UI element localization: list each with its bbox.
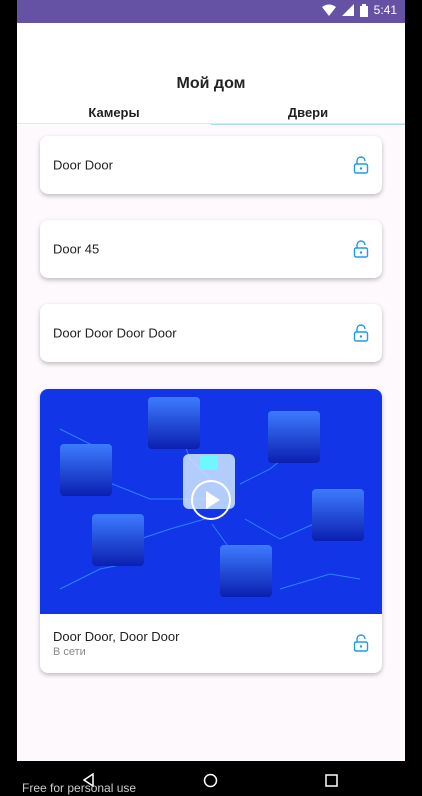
video-card-info: Door Door, Door Door В сети [53,629,179,658]
app-bar: Мой дом [17,23,405,100]
door-card[interactable]: Door Door Door Door [40,304,382,362]
lock-icon[interactable] [353,156,369,174]
wifi-icon [321,4,336,16]
tab-doors[interactable]: Двери [211,100,405,125]
home-icon[interactable] [203,773,218,788]
battery-icon [359,3,368,17]
online-status: В сети [53,646,86,658]
door-name: Door Door [53,157,113,173]
phone-screen: 5:41 Мой дом Камеры Двери Door Door Door… [17,0,405,761]
door-name: Door 45 [53,241,100,257]
watermark-text: Free for personal use [22,781,137,795]
tab-bar: Камеры Двери [17,100,405,125]
recents-icon[interactable] [325,774,338,787]
lock-icon[interactable] [353,634,369,652]
video-card-title: Door Door, Door Door [53,629,180,644]
tab-divider [17,123,405,124]
lock-icon[interactable] [353,240,369,258]
lock-icon[interactable] [353,324,369,342]
door-card[interactable]: Door 45 [40,220,382,278]
signal-icon [341,4,354,16]
video-preview[interactable] [40,389,382,614]
play-icon[interactable] [190,479,232,521]
door-card[interactable]: Door Door [40,136,382,194]
video-door-card[interactable]: Door Door, Door Door В сети [40,389,382,673]
status-time: 5:41 [373,3,397,17]
page-title: Мой дом [176,75,246,92]
tab-cameras[interactable]: Камеры [17,100,211,125]
door-name: Door Door Door Door [53,325,177,341]
status-bar: 5:41 [17,0,405,23]
